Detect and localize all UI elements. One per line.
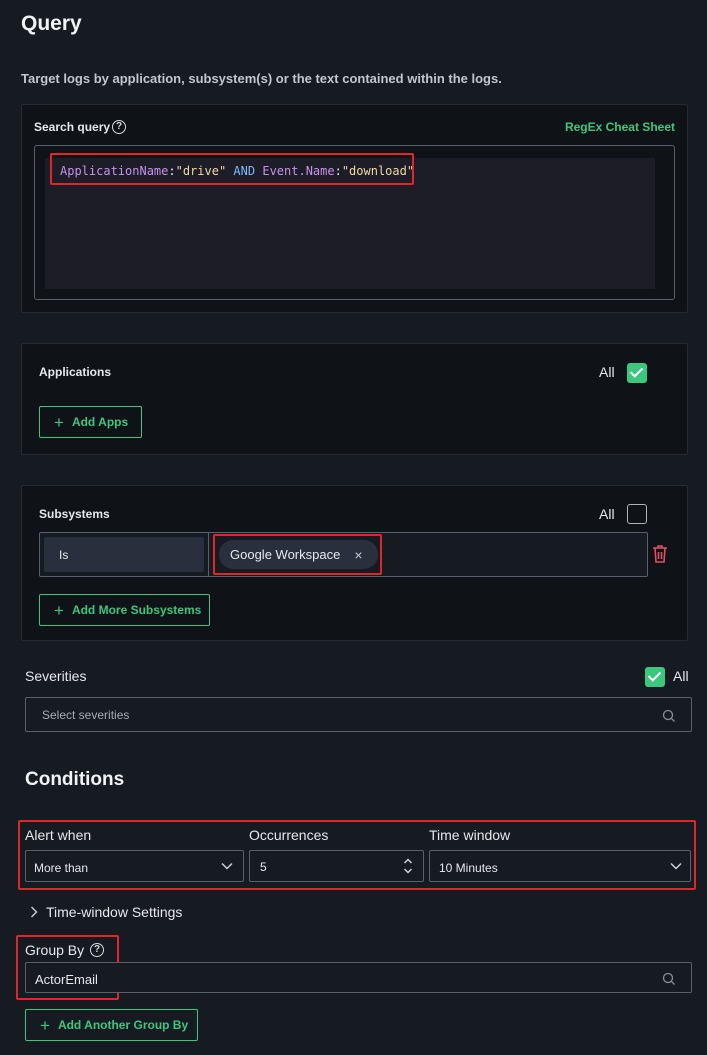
add-apps-label: Add Apps	[71, 415, 129, 429]
subsystems-all-checkbox[interactable]	[627, 504, 647, 524]
occurrences-value: 5	[260, 860, 267, 874]
chevron-down-icon	[221, 862, 233, 870]
applications-label: Applications	[39, 365, 112, 379]
trash-icon[interactable]	[651, 544, 669, 564]
plus-icon: +	[54, 412, 64, 432]
severities-select[interactable]: Select severities	[25, 697, 692, 732]
subsystems-all-label: All	[599, 506, 615, 522]
subsystem-operator-value: Is	[59, 548, 69, 562]
search-icon	[662, 972, 675, 985]
plus-icon: +	[54, 600, 64, 620]
plus-icon: +	[40, 1015, 50, 1035]
severities-all-checkbox[interactable]	[645, 667, 665, 687]
add-apps-button[interactable]: + Add Apps	[39, 406, 142, 438]
regex-cheat-sheet-link[interactable]: RegEx Cheat Sheet	[565, 120, 675, 134]
applications-panel: Applications All + Add Apps	[21, 343, 688, 455]
subsystem-highlight-box	[213, 534, 382, 575]
help-icon[interactable]: ?	[112, 120, 126, 134]
chevron-down-icon	[670, 862, 682, 870]
conditions-title: Conditions	[25, 769, 125, 790]
chevron-right-icon	[31, 906, 38, 918]
add-more-subsystems-button[interactable]: + Add More Subsystems	[39, 594, 210, 626]
search-query-panel: Search query ? RegEx Cheat Sheet Applica…	[21, 104, 688, 313]
subsystem-values-input[interactable]	[208, 533, 209, 576]
stepper-arrows-icon[interactable]	[403, 857, 413, 875]
add-more-subsystems-label: Add More Subsystems	[71, 603, 202, 617]
time-window-value: 10 Minutes	[439, 861, 498, 875]
occurrences-stepper[interactable]: 5	[249, 850, 424, 882]
add-another-group-by-button[interactable]: + Add Another Group By	[25, 1009, 198, 1041]
severities-all-label: All	[673, 668, 689, 684]
add-another-group-by-label: Add Another Group By	[57, 1018, 189, 1032]
applications-all-checkbox[interactable]	[627, 363, 647, 383]
group-by-value: ActorEmail	[35, 972, 98, 987]
query-section-title: Query	[21, 12, 82, 35]
query-section-subtitle: Target logs by application, subsystem(s)…	[21, 71, 502, 86]
alert-when-value: More than	[34, 861, 89, 875]
search-query-label: Search query	[34, 120, 111, 134]
group-by-input[interactable]: ActorEmail	[25, 962, 692, 993]
alert-when-label: Alert when	[25, 827, 92, 843]
alert-when-select[interactable]: More than	[25, 850, 244, 882]
time-window-select[interactable]: 10 Minutes	[429, 850, 691, 882]
severities-label: Severities	[25, 668, 87, 684]
help-icon[interactable]: ?	[90, 943, 104, 957]
applications-all-label: All	[599, 364, 615, 380]
occurrences-label: Occurrences	[249, 827, 329, 843]
severities-placeholder: Select severities	[42, 708, 130, 722]
subsystem-operator-select[interactable]: Is	[44, 537, 204, 572]
time-window-label: Time window	[429, 827, 511, 843]
subsystems-label: Subsystems	[39, 507, 110, 521]
search-icon	[662, 709, 675, 722]
query-highlight-box	[50, 153, 414, 185]
time-window-settings-label: Time-window Settings	[46, 904, 183, 920]
time-window-settings-toggle[interactable]: Time-window Settings	[30, 904, 182, 920]
group-by-label: Group By	[25, 942, 85, 958]
